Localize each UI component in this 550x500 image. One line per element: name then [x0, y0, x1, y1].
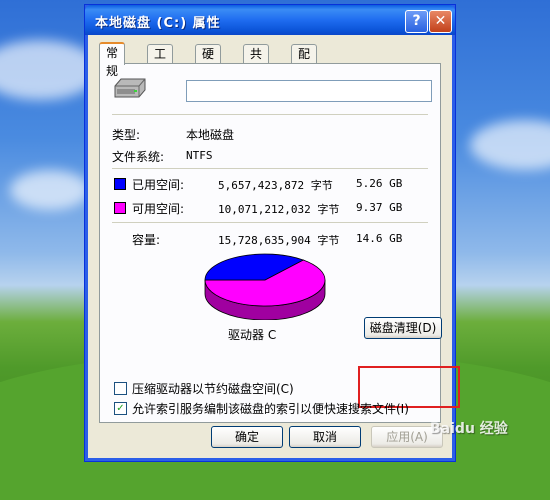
capacity-gb: 14.6 GB: [356, 232, 403, 245]
used-space-label: 已用空间:: [132, 178, 185, 192]
drive-label: 驱动器 C: [228, 328, 277, 342]
tab-general[interactable]: 常规: [99, 42, 126, 78]
title-bar[interactable]: 本地磁盘 (C:) 属性 ? ✕: [85, 5, 455, 35]
used-space-bytes: 5,657,423,872 字节: [218, 179, 333, 192]
general-panel: 类型: 本地磁盘 文件系统: NTFS 已用空间: 5,657,423,872 …: [99, 63, 460, 423]
compress-checkbox-label[interactable]: 压缩驱动器以节约磁盘空间(C): [132, 380, 294, 397]
divider: [112, 168, 428, 169]
capacity-bytes: 15,728,635,904 字节: [218, 234, 340, 247]
tab-sharing[interactable]: 共享: [243, 44, 270, 79]
filesystem-label: 文件系统:: [112, 150, 165, 164]
ok-button[interactable]: 确定: [211, 426, 283, 448]
used-space-swatch: [114, 178, 126, 190]
volume-label-input[interactable]: [186, 80, 432, 102]
type-label: 类型:: [112, 128, 141, 142]
watermark: Baidu 经验: [430, 421, 508, 437]
capacity-label: 容量:: [132, 233, 161, 247]
type-value: 本地磁盘: [186, 128, 235, 142]
free-space-bytes: 10,071,212,032 字节: [218, 203, 340, 216]
index-checkbox-label[interactable]: 允许索引服务编制该磁盘的索引以便快速搜索文件(I): [132, 400, 409, 417]
properties-window: 本地磁盘 (C:) 属性 ? ✕ 常规 工具 硬件 共享 配额 类型: 本地磁盘…: [84, 4, 460, 462]
divider: [112, 114, 428, 115]
divider: [112, 222, 428, 223]
used-space-gb: 5.26 GB: [356, 177, 403, 190]
free-space-label: 可用空间:: [132, 202, 185, 216]
free-space-gb: 9.37 GB: [356, 201, 403, 214]
help-button[interactable]: ?: [405, 10, 428, 33]
free-space-swatch: [114, 202, 126, 214]
drive-icon: [114, 78, 146, 98]
disk-cleanup-button[interactable]: 磁盘清理(D): [364, 317, 442, 339]
usage-pie-chart: [204, 253, 326, 320]
window-title: 本地磁盘 (C:) 属性: [95, 16, 221, 31]
cancel-button[interactable]: 取消: [289, 426, 361, 448]
close-button[interactable]: ✕: [429, 10, 452, 33]
filesystem-value: NTFS: [186, 149, 213, 162]
tab-tools[interactable]: 工具: [147, 44, 174, 79]
tab-quota[interactable]: 配额: [291, 44, 318, 79]
compress-checkbox[interactable]: [114, 382, 127, 395]
index-checkbox[interactable]: ✓: [114, 402, 127, 415]
tab-hardware[interactable]: 硬件: [195, 44, 222, 79]
